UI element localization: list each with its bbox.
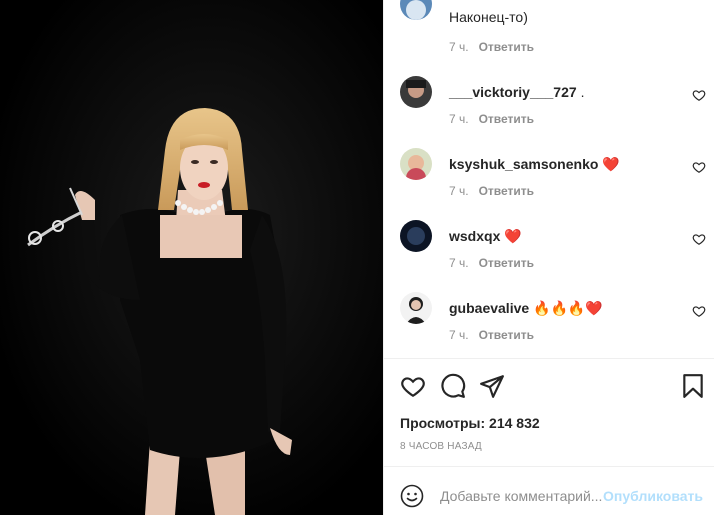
- comment-meta: 7 ч. Ответить: [449, 184, 534, 198]
- comment-icon[interactable]: [440, 373, 466, 399]
- comment-username[interactable]: gubaevalive: [449, 300, 529, 316]
- reply-button[interactable]: Ответить: [479, 184, 534, 198]
- avatar[interactable]: [400, 292, 432, 324]
- comment-meta: 7 ч. Ответить: [449, 256, 534, 270]
- comment-text: Наконец-то): [449, 8, 528, 26]
- comment-body: .: [580, 84, 585, 100]
- comment-meta: 7 ч. Ответить: [449, 112, 534, 126]
- avatar[interactable]: [400, 148, 432, 180]
- share-icon[interactable]: [479, 373, 505, 399]
- avatar[interactable]: [400, 220, 432, 252]
- post-timestamp[interactable]: 8 часов назад: [400, 441, 482, 452]
- heart-icon[interactable]: [692, 304, 706, 318]
- comment-text: wsdxqx ❤️: [449, 227, 522, 245]
- bookmark-icon[interactable]: [680, 373, 706, 399]
- avatar-icon: [400, 292, 432, 324]
- comment-body: ❤️: [602, 156, 620, 172]
- post-photo: [0, 0, 383, 515]
- post-actions: [384, 370, 714, 402]
- comment-username[interactable]: ___vicktoriy___727: [449, 84, 577, 100]
- comment-time: 7 ч.: [449, 112, 469, 126]
- avatar-icon: [400, 148, 432, 180]
- comment-composer: Опубликовать: [384, 467, 714, 515]
- comment-time: 7 ч.: [449, 40, 469, 54]
- comment-body: ❤️: [504, 228, 522, 244]
- post-media[interactable]: [0, 0, 383, 515]
- comment-time: 7 ч.: [449, 256, 469, 270]
- avatar-icon: [400, 220, 432, 252]
- comment-time: 7 ч.: [449, 328, 469, 342]
- reply-button[interactable]: Ответить: [479, 112, 534, 126]
- comment-text: gubaevalive 🔥🔥🔥❤️: [449, 299, 603, 317]
- views-count[interactable]: Просмотры: 214 832: [400, 415, 540, 431]
- publish-button[interactable]: Опубликовать: [603, 488, 703, 504]
- avatar[interactable]: [400, 0, 432, 20]
- comment-item: gubaevalive 🔥🔥🔥❤️ 7 ч. Ответить: [400, 292, 706, 348]
- reply-button[interactable]: Ответить: [479, 40, 534, 54]
- heart-icon[interactable]: [692, 232, 706, 246]
- avatar-icon: [400, 0, 432, 20]
- comment-time: 7 ч.: [449, 184, 469, 198]
- comment-item: ksyshuk_samsonenko ❤️ 7 ч. Ответить: [400, 148, 706, 204]
- comment-input[interactable]: [440, 486, 604, 506]
- heart-icon[interactable]: [692, 88, 706, 102]
- comment-item: wsdxqx ❤️ 7 ч. Ответить: [400, 220, 706, 276]
- comment-item: ___vicktoriy___727 . 7 ч. Ответить: [400, 76, 706, 132]
- comment-username[interactable]: ksyshuk_samsonenko: [449, 156, 598, 172]
- comment-item: Наконец-то) 7 ч. Ответить: [400, 0, 700, 54]
- comments-list[interactable]: Наконец-то) 7 ч. Ответить ___vicktoriy___…: [384, 0, 714, 358]
- comment-meta: 7 ч. Ответить: [449, 40, 534, 54]
- reply-button[interactable]: Ответить: [479, 256, 534, 270]
- avatar-icon: [400, 76, 432, 108]
- comment-text: ___vicktoriy___727 .: [449, 83, 584, 101]
- heart-icon[interactable]: [400, 373, 426, 399]
- comment-body: Наконец-то): [449, 9, 528, 25]
- reply-button[interactable]: Ответить: [479, 328, 534, 342]
- divider: [384, 358, 714, 359]
- comment-text: ksyshuk_samsonenko ❤️: [449, 155, 620, 173]
- comment-meta: 7 ч. Ответить: [449, 328, 534, 342]
- comment-username[interactable]: wsdxqx: [449, 228, 500, 244]
- smiley-icon[interactable]: [400, 484, 424, 508]
- heart-icon[interactable]: [692, 160, 706, 174]
- post-side-panel: Наконец-то) 7 ч. Ответить ___vicktoriy___…: [383, 0, 714, 515]
- comment-body: 🔥🔥🔥❤️: [533, 300, 603, 316]
- avatar[interactable]: [400, 76, 432, 108]
